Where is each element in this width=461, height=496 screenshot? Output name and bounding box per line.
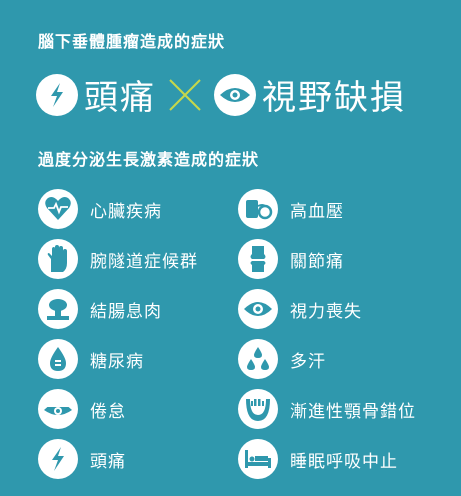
symptom-label: 視力喪失 [290, 301, 362, 322]
blood-pressure-cuff-icon [238, 189, 278, 229]
eye-icon [238, 289, 278, 329]
list-item: 多汗 [238, 334, 416, 384]
eye-icon [214, 73, 256, 116]
symptom-label: 糖尿病 [90, 351, 144, 372]
symptom-label: 結腸息肉 [90, 301, 162, 322]
symptom-list-left: 心臟疾病 腕隧道症候群 結腸息肉 糖尿病 倦怠 頭痛 [38, 184, 198, 484]
symptom-label: 漸進性顎骨錯位 [290, 401, 416, 422]
list-item: 高血壓 [238, 184, 416, 234]
symptom-label: 高血壓 [290, 201, 344, 222]
jaw-icon [238, 389, 278, 429]
list-item: 糖尿病 [38, 334, 198, 384]
headline-visual-field-label: 視野缺損 [262, 78, 406, 118]
list-item: 頭痛 [38, 434, 198, 484]
headline-headache-label: 頭痛 [84, 78, 156, 118]
list-item: 視力喪失 [238, 284, 416, 334]
hand-icon [38, 239, 78, 279]
blood-drop-icon [38, 339, 78, 379]
symptom-label: 睡眠呼吸中止 [290, 451, 398, 472]
symptom-label: 倦怠 [90, 401, 126, 422]
tired-eye-icon [38, 389, 78, 429]
list-item: 心臟疾病 [38, 184, 198, 234]
headache-bolt-icon [36, 73, 78, 116]
joint-icon [238, 239, 278, 279]
list-item: 腕隧道症候群 [38, 234, 198, 284]
symptom-label: 多汗 [290, 351, 326, 372]
symptom-label: 腕隧道症候群 [90, 251, 198, 272]
list-item: 結腸息肉 [38, 284, 198, 334]
colon-polyp-icon [38, 289, 78, 329]
list-item: 睡眠呼吸中止 [238, 434, 416, 484]
list-item: 漸進性顎骨錯位 [238, 384, 416, 434]
cross-icon [169, 78, 201, 111]
symptom-label: 心臟疾病 [90, 201, 162, 222]
section-title-tumor-symptoms: 腦下垂體腫瘤造成的症狀 [38, 32, 226, 51]
symptom-label: 頭痛 [90, 451, 126, 472]
headline: 頭痛 視野缺損 [36, 70, 406, 119]
symptom-list-right: 高血壓 關節痛 視力喪失 多汗 漸進性顎骨錯位 睡眠呼吸中止 [238, 184, 416, 484]
symptom-label: 關節痛 [290, 251, 344, 272]
list-item: 倦怠 [38, 384, 198, 434]
headache-bolt-icon [38, 439, 78, 479]
list-item: 關節痛 [238, 234, 416, 284]
sweat-drops-icon [238, 339, 278, 379]
sleep-bed-icon [238, 439, 278, 479]
section-title-gh-symptoms: 過度分泌生長激素造成的症狀 [38, 150, 260, 169]
heart-pulse-icon [38, 189, 78, 229]
